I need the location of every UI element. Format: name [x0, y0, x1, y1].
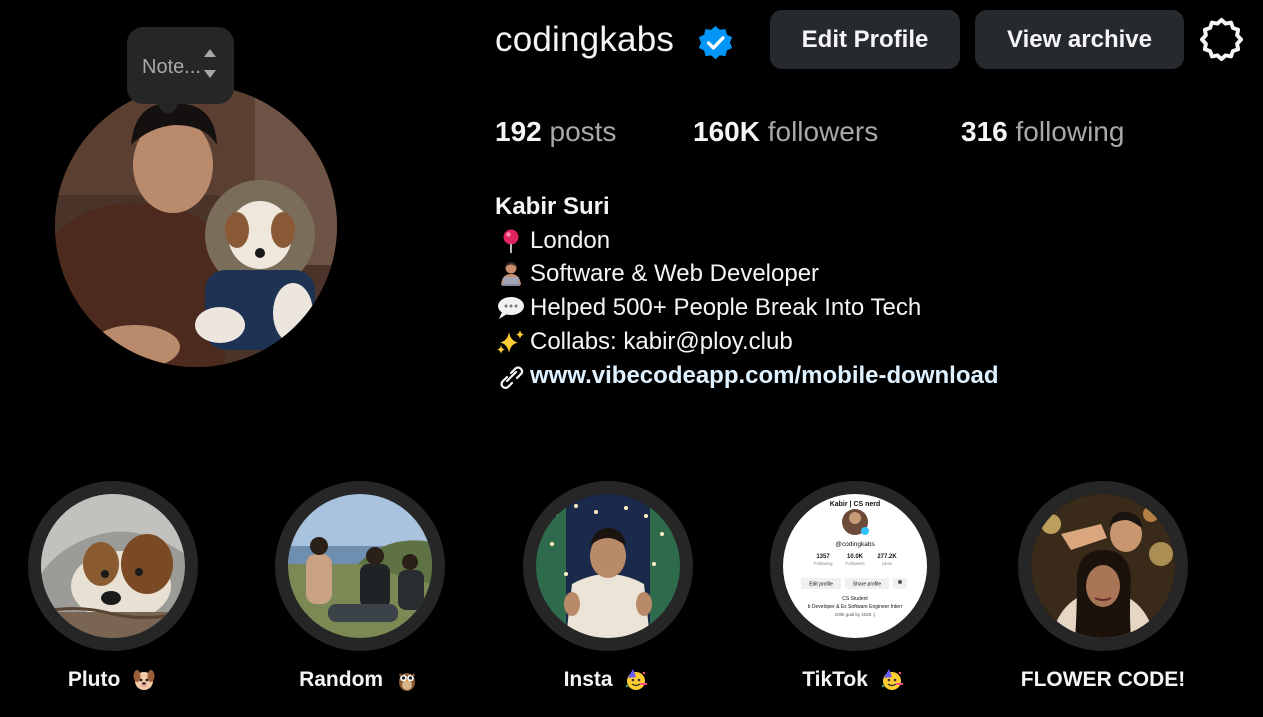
following-number: 316: [961, 116, 1008, 147]
profile-avatar[interactable]: [55, 85, 337, 367]
bio-role-text: Software & Web Developer: [530, 260, 820, 287]
tiktok-likes-count: 277.2K: [877, 554, 897, 560]
highlight-insta[interactable]: [523, 481, 693, 651]
highlight-tiktok[interactable]: Kabir | CS nerd @codingkabs 1357 10.0K 2…: [770, 481, 940, 651]
tiktok-name: Kabir | CS nerd: [830, 501, 881, 508]
followers-count[interactable]: 160K followers: [693, 116, 878, 148]
posts-label: posts: [549, 116, 617, 147]
technologist-icon: [495, 261, 527, 287]
highlight-cover: [536, 494, 680, 638]
tiktok-bio-3: 100k goal by 2025 :): [835, 612, 876, 617]
highlight-label-pluto[interactable]: Pluto: [12, 668, 212, 692]
bio-location-text: London: [530, 227, 611, 254]
speech-bubble-icon: [495, 295, 527, 321]
posts-count: 192 posts: [495, 116, 616, 148]
highlight-cover: Kabir | CS nerd @codingkabs 1357 10.0K 2…: [783, 494, 927, 638]
tiktok-bio-2: b Developer & Ex Software Engineer Inter…: [808, 604, 903, 610]
tiktok-followers-count: 10.0K: [847, 554, 864, 560]
owl-icon: [398, 673, 415, 692]
party-face-icon: [626, 669, 648, 691]
pin-icon: [495, 228, 527, 254]
link-icon: [495, 363, 527, 389]
highlight-label-text: TikTok: [802, 668, 868, 691]
highlight-label-insta[interactable]: Insta: [506, 668, 706, 692]
bio-link-text[interactable]: www.vibecodeapp.com/mobile-download: [530, 362, 999, 390]
bio-collab-text: Collabs: kabir@ploy.club: [530, 328, 793, 355]
verified-badge-icon: [698, 25, 733, 60]
bio-location: London: [495, 227, 610, 255]
tiktok-handle: @codingkabs: [835, 541, 875, 548]
highlight-cover: [288, 494, 432, 638]
bio-achievement-text: Helped 500+ People Break Into Tech: [530, 294, 922, 321]
followers-label: followers: [767, 116, 879, 147]
profile-page: Note... codingkabs Edit Profile View arc…: [0, 0, 1263, 717]
highlight-label-text: Random: [299, 668, 384, 691]
full-name: Kabir Suri: [495, 193, 610, 220]
note-placeholder: Note...: [142, 56, 201, 78]
highlight-label-text: Pluto: [67, 668, 121, 691]
edit-profile-button[interactable]: Edit Profile: [770, 10, 960, 69]
highlight-flower-code[interactable]: [1018, 481, 1188, 651]
highlight-label-text: FLOWER CODE!: [1020, 668, 1186, 691]
highlight-label-random[interactable]: Random: [259, 668, 459, 692]
bio-link[interactable]: www.vibecodeapp.com/mobile-download: [495, 362, 999, 390]
bio-role: Software & Web Developer: [495, 260, 819, 288]
highlight-label-text: Insta: [563, 668, 613, 691]
following-label: following: [1015, 116, 1125, 147]
highlight-random[interactable]: [275, 481, 445, 651]
bio-achievement: Helped 500+ People Break Into Tech: [495, 294, 921, 322]
note-stepper-icon[interactable]: [200, 44, 220, 90]
highlight-label-tiktok[interactable]: TikTok: [753, 668, 953, 692]
tiktok-share-button: Share profile: [853, 582, 882, 588]
posts-number: 192: [495, 116, 542, 147]
gear-icon[interactable]: [1198, 16, 1245, 63]
tiktok-likes-label: Likes: [882, 561, 893, 566]
party-face-icon: [881, 669, 903, 691]
username: codingkabs: [495, 20, 675, 59]
dog-face-icon: [133, 670, 155, 691]
tiktok-bio-1: CS Student: [842, 596, 868, 602]
avatar-photo: [55, 85, 337, 367]
tiktok-following-label: Following: [813, 561, 833, 566]
highlight-pluto[interactable]: [28, 481, 198, 651]
tiktok-following-count: 1357: [816, 554, 830, 560]
highlight-label-flower-code[interactable]: FLOWER CODE!: [1003, 668, 1203, 692]
tiktok-edit-button: Edit profile: [809, 582, 833, 588]
highlight-cover: [1031, 494, 1175, 638]
sparkles-icon: [495, 329, 527, 355]
view-archive-button[interactable]: View archive: [975, 10, 1184, 69]
following-count[interactable]: 316 following: [961, 116, 1124, 148]
highlight-cover: [41, 494, 185, 638]
followers-number: 160K: [693, 116, 760, 147]
bio-collab: Collabs: kabir@ploy.club: [495, 328, 793, 356]
tiktok-followers-label: Followers: [845, 561, 865, 566]
